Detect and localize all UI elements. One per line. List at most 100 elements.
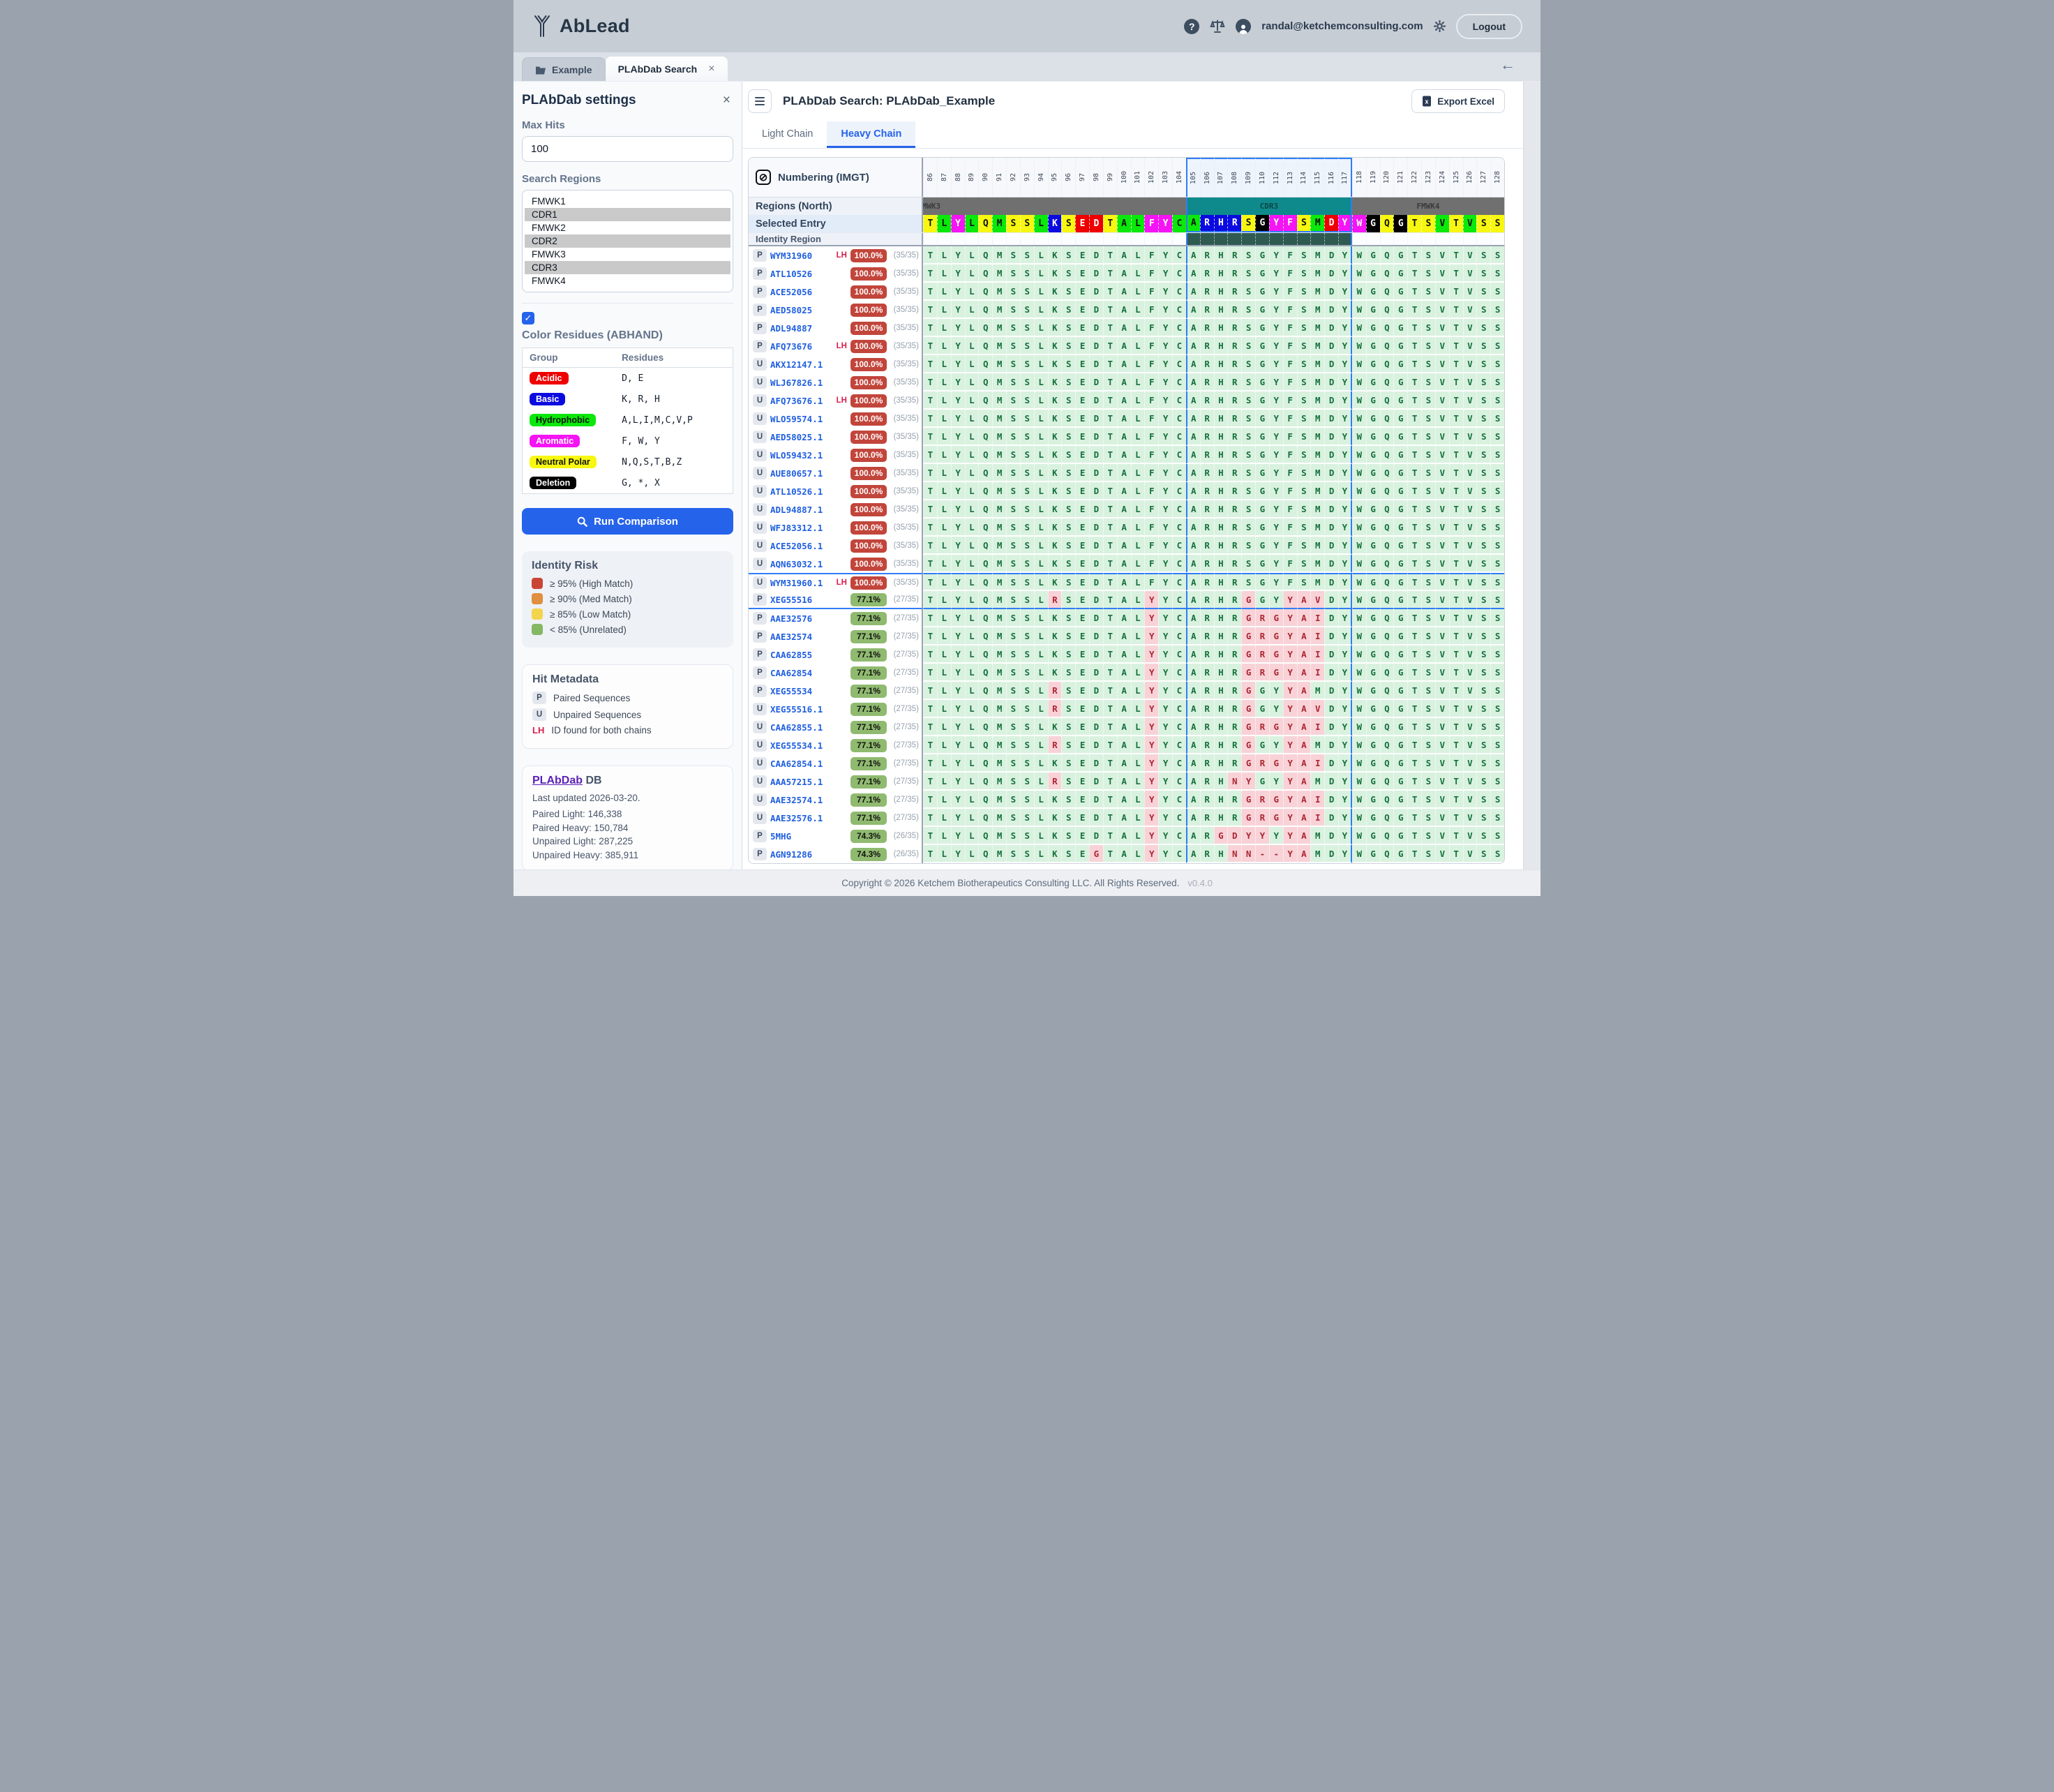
color-residues-checkbox[interactable]: ✓ [522, 312, 534, 324]
hit-id-link[interactable]: AAE32574 [770, 632, 832, 642]
hit-id-link[interactable]: AAA57215.1 [770, 777, 832, 787]
residue-cell: F [1144, 446, 1158, 464]
residue-cell: S [1241, 573, 1255, 591]
residue-cell: Y [1158, 555, 1172, 573]
residue-cell: G [1393, 373, 1407, 391]
identity-region-spacer [937, 233, 951, 245]
hit-id-link[interactable]: AAE32576.1 [770, 813, 832, 823]
hit-id-link[interactable]: ACE52056.1 [770, 541, 832, 551]
run-comparison-button[interactable]: Run Comparison [522, 508, 733, 535]
chain-tab-light-chain[interactable]: Light Chain [748, 121, 827, 148]
hit-id-link[interactable]: AAE32574.1 [770, 795, 832, 805]
back-arrow-icon[interactable]: ← [1500, 57, 1515, 73]
hit-id-link[interactable]: XEG55516.1 [770, 704, 832, 715]
residue-cell: S [1476, 591, 1490, 609]
residue-cell: Y [1269, 700, 1283, 718]
residue-cell: S [1241, 337, 1255, 355]
residue-cell: T [1407, 682, 1421, 700]
hit-id-link[interactable]: AFQ73676.1 [770, 396, 832, 406]
hit-id-link[interactable]: WLJ67826.1 [770, 378, 832, 388]
residue-cell: S [1421, 373, 1435, 391]
residue-cell: A [1117, 373, 1131, 391]
pair-badge: P [753, 685, 767, 697]
hit-id-link[interactable]: WLO59432.1 [770, 450, 832, 461]
identity-region-spacer [1131, 233, 1145, 245]
search-region-option[interactable]: FMWK2 [525, 221, 730, 234]
residue-cell: Y [951, 845, 965, 863]
tab-plabdab-search[interactable]: PLAbDab Search× [606, 57, 728, 81]
search-region-option[interactable]: CDR3 [525, 261, 730, 274]
match-count: (27/35) [888, 741, 919, 749]
hit-id-link[interactable]: WYM31960.1 [770, 578, 832, 588]
selected-entry-residue: L [937, 215, 951, 232]
numbering-scheme-icon[interactable]: ⊘ [756, 170, 771, 185]
help-icon[interactable]: ? [1184, 19, 1199, 34]
residue-cell: R [1227, 410, 1241, 428]
plabdab-db-link[interactable]: PLAbDab [532, 775, 583, 786]
hit-id-link[interactable]: CAA62855.1 [770, 722, 832, 733]
residue-cell: G [1269, 627, 1283, 645]
settings-gear-icon[interactable] [1434, 20, 1446, 32]
hit-id-link[interactable]: CAA62854 [770, 668, 832, 678]
pair-badge: P [753, 630, 767, 643]
hit-id-link[interactable]: XEG55534.1 [770, 740, 832, 751]
hit-id-link[interactable]: WYM31960 [770, 251, 832, 261]
residue-cell: L [937, 627, 951, 645]
search-region-option[interactable]: FMWK1 [525, 195, 730, 208]
balance-icon[interactable] [1210, 19, 1225, 34]
search-region-option[interactable]: FMWK4 [525, 274, 730, 288]
residue-cell: S [1241, 446, 1255, 464]
residue-cell: F [1283, 428, 1297, 446]
tab-example[interactable]: Example [522, 57, 606, 81]
residue-cell: Y [951, 682, 965, 700]
hit-id-link[interactable]: XEG55516 [770, 595, 832, 605]
hit-id-link[interactable]: AAE32576 [770, 613, 832, 624]
lh-flag: LH [832, 396, 847, 405]
residue-cell: A [1186, 337, 1200, 355]
hit-id-link[interactable]: 5MHG [770, 831, 832, 842]
residue-cell: C [1172, 772, 1186, 791]
menu-toggle-button[interactable] [748, 89, 772, 113]
hit-id-link[interactable]: WLO59574.1 [770, 414, 832, 424]
max-hits-input[interactable] [522, 136, 733, 162]
residue-cell: S [1476, 446, 1490, 464]
hit-id-link[interactable]: XEG55534 [770, 686, 832, 696]
residue-cell: G [1393, 609, 1407, 627]
residue-cell: W [1352, 682, 1366, 700]
residue-cell: E [1075, 500, 1089, 518]
residue-cell: S [1421, 664, 1435, 682]
hit-id-link[interactable]: ATL10526 [770, 269, 832, 279]
residue-cell: L [1131, 319, 1145, 337]
chain-tab-heavy-chain[interactable]: Heavy Chain [827, 121, 915, 148]
hit-id-link[interactable]: ADL94887 [770, 323, 832, 334]
hit-id-link[interactable]: AED58025.1 [770, 432, 832, 442]
hit-id-link[interactable]: AUE80657.1 [770, 468, 832, 479]
search-region-option[interactable]: CDR2 [525, 234, 730, 248]
hit-id-link[interactable]: AQN63032.1 [770, 559, 832, 569]
position-number-cell: 122 [1407, 158, 1421, 197]
sidebar-close-icon[interactable]: × [720, 93, 733, 108]
residue-cell: M [1310, 682, 1324, 700]
hit-id-link[interactable]: WFJ83312.1 [770, 523, 832, 533]
residue-cell: H [1214, 264, 1228, 283]
hit-id-link[interactable]: ADL94887.1 [770, 505, 832, 515]
hit-id-link[interactable]: CAA62855 [770, 650, 832, 660]
position-number-cell: 125 [1449, 158, 1463, 197]
residue-cell: M [1310, 555, 1324, 573]
residue-cell: K [1048, 809, 1062, 827]
hit-id-link[interactable]: AGN91286 [770, 849, 832, 860]
hit-id-link[interactable]: CAA62854.1 [770, 759, 832, 769]
residue-cell: L [1034, 355, 1048, 373]
search-region-option[interactable]: FMWK3 [525, 248, 730, 261]
hit-id-link[interactable]: AFQ73676 [770, 341, 832, 352]
residue-cell: G [1366, 627, 1380, 645]
hit-id-link[interactable]: ACE52056 [770, 287, 832, 297]
hit-id-link[interactable]: AKX12147.1 [770, 359, 832, 370]
search-region-option[interactable]: CDR1 [525, 208, 730, 221]
export-excel-button[interactable]: x Export Excel [1411, 89, 1505, 113]
tab-close-icon[interactable]: × [708, 63, 714, 75]
hit-id-link[interactable]: AED58025 [770, 305, 832, 315]
residue-cell: F [1144, 264, 1158, 283]
logout-button[interactable]: Logout [1456, 14, 1522, 39]
hit-id-link[interactable]: ATL10526.1 [770, 486, 832, 497]
